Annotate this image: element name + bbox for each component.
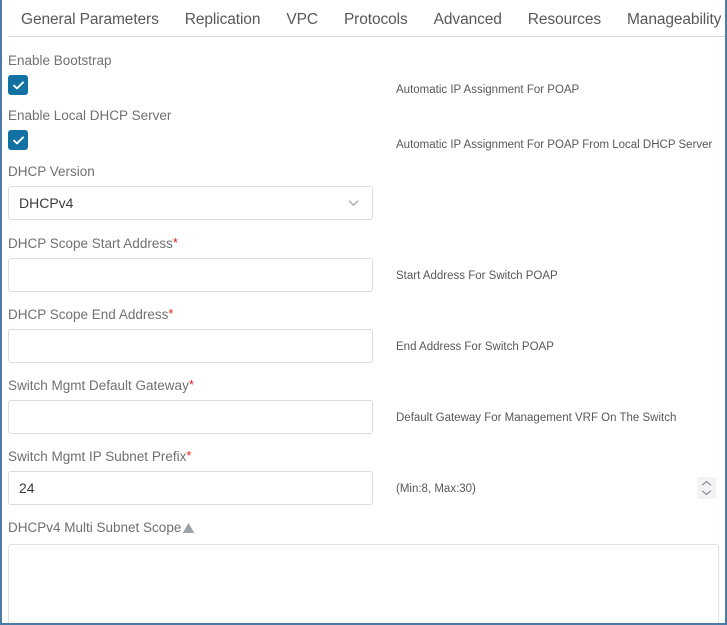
dhcp-version-select-wrap bbox=[8, 186, 373, 220]
dhcp-version-select[interactable] bbox=[8, 186, 373, 220]
field-row-dhcpv4-multi-subnet-scope: DHCPv4 Multi Subnet Scope bbox=[8, 519, 725, 623]
enable-bootstrap-helper: Automatic IP Assignment For POAP bbox=[396, 84, 580, 96]
checkmark-icon bbox=[12, 135, 24, 144]
enable-local-dhcp-helper: Automatic IP Assignment For POAP From Lo… bbox=[396, 139, 713, 151]
enable-local-dhcp-checkbox-wrap bbox=[8, 130, 28, 150]
switch-mgmt-prefix-helper: (Min:8, Max:30) bbox=[396, 483, 476, 495]
bootstrap-form: Enable Bootstrap Automatic IP Assignment… bbox=[2, 40, 725, 623]
switch-mgmt-prefix-input-wrap: (Min:8, Max:30) bbox=[8, 471, 725, 505]
tab-resources[interactable]: Resources bbox=[515, 0, 614, 35]
switch-mgmt-gateway-label-text: Switch Mgmt Default Gateway bbox=[8, 378, 189, 393]
dhcpv4-multi-subnet-scope-label-text: DHCPv4 Multi Subnet Scope bbox=[8, 520, 182, 535]
tab-vpc[interactable]: VPC bbox=[273, 0, 331, 35]
field-row-enable-bootstrap: Enable Bootstrap Automatic IP Assignment… bbox=[8, 52, 725, 96]
field-row-switch-mgmt-prefix: Switch Mgmt IP Subnet Prefix* (Min:8, Ma… bbox=[8, 448, 725, 505]
required-asterisk: * bbox=[168, 306, 174, 321]
enable-local-dhcp-label: Enable Local DHCP Server bbox=[8, 108, 172, 123]
switch-mgmt-gateway-helper: Default Gateway For Management VRF On Th… bbox=[396, 412, 677, 424]
tab-protocols[interactable]: Protocols bbox=[331, 0, 421, 35]
dhcp-scope-start-input-wrap: Start Address For Switch POAP bbox=[8, 258, 725, 292]
dhcp-scope-end-input[interactable] bbox=[8, 329, 373, 363]
field-row-dhcp-scope-start: DHCP Scope Start Address* Start Address … bbox=[8, 235, 725, 292]
switch-mgmt-prefix-input[interactable] bbox=[8, 471, 373, 505]
dhcp-version-label: DHCP Version bbox=[8, 164, 95, 179]
settings-tab-bar: General Parameters Replication VPC Proto… bbox=[2, 0, 725, 40]
field-row-dhcp-scope-end: DHCP Scope End Address* End Address For … bbox=[8, 306, 725, 363]
switch-mgmt-prefix-stepper[interactable] bbox=[697, 477, 716, 499]
dhcp-scope-end-helper: End Address For Switch POAP bbox=[396, 341, 554, 353]
dhcpv4-multi-subnet-scope-textarea[interactable] bbox=[8, 544, 719, 623]
enable-bootstrap-checkbox-wrap bbox=[8, 75, 28, 95]
field-row-enable-local-dhcp: Enable Local DHCP Server Automatic IP As… bbox=[8, 107, 725, 151]
required-asterisk: * bbox=[186, 448, 192, 463]
required-asterisk: * bbox=[172, 235, 178, 250]
field-row-dhcp-version: DHCP Version bbox=[8, 163, 725, 220]
dhcp-scope-end-label: DHCP Scope End Address* bbox=[8, 306, 725, 324]
switch-mgmt-prefix-label-text: Switch Mgmt IP Subnet Prefix bbox=[8, 449, 187, 464]
required-asterisk: * bbox=[188, 377, 194, 392]
dhcp-scope-end-label-text: DHCP Scope End Address bbox=[8, 307, 169, 322]
tab-replication[interactable]: Replication bbox=[172, 0, 274, 35]
switch-mgmt-prefix-label: Switch Mgmt IP Subnet Prefix* bbox=[8, 448, 725, 466]
tab-bar-divider bbox=[8, 36, 725, 37]
bootstrap-settings-page: General Parameters Replication VPC Proto… bbox=[0, 0, 727, 625]
chevron-down-icon[interactable] bbox=[701, 489, 712, 496]
enable-bootstrap-label: Enable Bootstrap bbox=[8, 53, 112, 68]
chevron-up-icon[interactable] bbox=[701, 480, 712, 487]
dhcp-scope-start-label-text: DHCP Scope Start Address bbox=[8, 236, 173, 251]
switch-mgmt-gateway-input[interactable] bbox=[8, 400, 373, 434]
dhcpv4-multi-subnet-scope-label: DHCPv4 Multi Subnet Scope bbox=[8, 519, 725, 539]
tab-general-parameters[interactable]: General Parameters bbox=[8, 0, 172, 35]
tab-manageability[interactable]: Manageability bbox=[614, 0, 725, 35]
dhcp-scope-start-helper: Start Address For Switch POAP bbox=[396, 270, 558, 282]
tab-advanced[interactable]: Advanced bbox=[421, 0, 515, 35]
enable-bootstrap-checkbox[interactable] bbox=[8, 75, 28, 95]
dhcp-scope-start-input[interactable] bbox=[8, 258, 373, 292]
enable-local-dhcp-checkbox[interactable] bbox=[8, 130, 28, 150]
dhcp-scope-start-label: DHCP Scope Start Address* bbox=[8, 235, 725, 253]
warning-triangle-icon bbox=[182, 521, 195, 539]
field-row-switch-mgmt-gateway: Switch Mgmt Default Gateway* Default Gat… bbox=[8, 377, 725, 434]
switch-mgmt-gateway-input-wrap: Default Gateway For Management VRF On Th… bbox=[8, 400, 725, 434]
dhcp-scope-end-input-wrap: End Address For Switch POAP bbox=[8, 329, 725, 363]
checkmark-icon bbox=[12, 80, 24, 89]
switch-mgmt-gateway-label: Switch Mgmt Default Gateway* bbox=[8, 377, 725, 395]
